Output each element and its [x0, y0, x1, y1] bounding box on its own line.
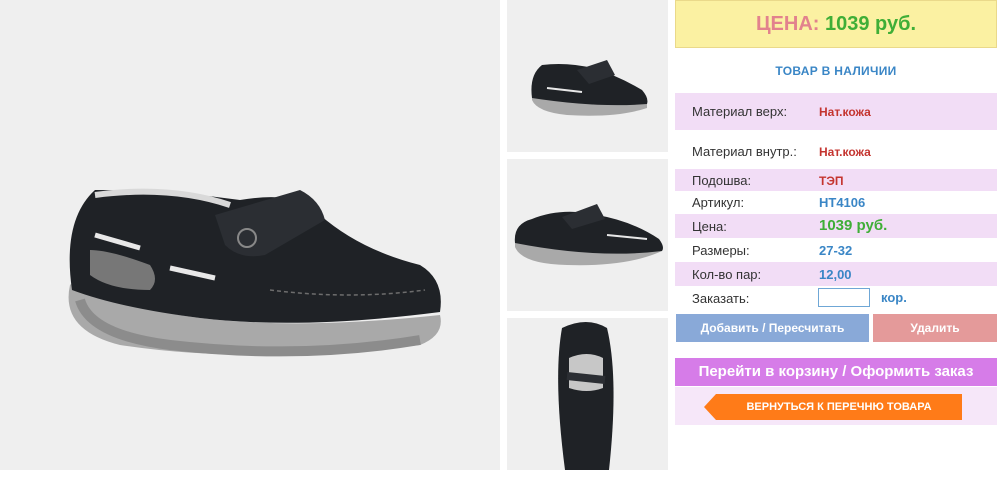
spec-value: НТ4106: [819, 195, 866, 210]
quantity-input[interactable]: [818, 288, 870, 307]
spec-label: Цена:: [692, 219, 727, 234]
spec-label: Артикул:: [692, 195, 745, 210]
spec-row-pairs: Кол-во пар: 12,00: [675, 262, 997, 286]
thumbnail-top[interactable]: [507, 318, 668, 470]
back-button-area: ВЕРНУТЬСЯ К ПЕРЕЧНЮ ТОВАРА: [675, 387, 997, 425]
stock-status: ТОВАР В НАЛИЧИИ: [775, 64, 897, 78]
price-box: ЦЕНА: 1039 руб.: [675, 0, 997, 48]
back-to-list-label: ВЕРНУТЬСЯ К ПЕРЕЧНЮ ТОВАРА: [746, 401, 932, 413]
price-label: ЦЕНА:: [755, 13, 820, 35]
order-label: Заказать:: [692, 291, 750, 306]
spec-value: ТЭП: [819, 174, 844, 188]
delete-button[interactable]: Удалить: [873, 314, 997, 342]
shoe-side-thumbnail-image: [531, 60, 648, 116]
main-product-photo: [0, 0, 500, 470]
spec-value: 1039 руб.: [819, 217, 888, 234]
add-recalculate-button[interactable]: Добавить / Пересчитать: [676, 314, 869, 342]
spec-value: 12,00: [819, 267, 852, 282]
spec-label: Материал внутр.:: [692, 144, 797, 159]
go-to-cart-button[interactable]: Перейти в корзину / Оформить заказ: [675, 358, 997, 386]
price-value: 1039 руб.: [825, 13, 917, 35]
spec-value: Нат.кожа: [819, 105, 871, 119]
thumbnail-side[interactable]: [507, 0, 668, 152]
spec-row-material-upper: Материал верх: Нат.кожа: [675, 93, 997, 130]
spec-row-sizes: Размеры: 27-32: [675, 238, 997, 262]
quantity-unit: кор.: [881, 290, 907, 305]
spec-label: Кол-во пар:: [692, 267, 762, 282]
spec-row-price: Цена: 1039 руб.: [675, 214, 997, 238]
back-to-list-button[interactable]: ВЕРНУТЬСЯ К ПЕРЕЧНЮ ТОВАРА: [704, 394, 962, 420]
thumbnail-angle[interactable]: [507, 159, 668, 311]
spec-row-article: Артикул: НТ4106: [675, 191, 997, 213]
shoe-main-image: [68, 188, 441, 357]
shoe-top-thumbnail-image: [558, 322, 614, 470]
spec-value: 27-32: [819, 243, 853, 258]
spec-label: Размеры:: [692, 243, 750, 258]
arrow-left-icon: [704, 394, 716, 420]
spec-row-sole: Подошва: ТЭП: [675, 169, 997, 191]
spec-label: Подошва:: [692, 173, 752, 188]
shoe-angle-thumbnail-image: [514, 204, 663, 266]
spec-value: Нат.кожа: [819, 145, 871, 159]
spec-row-material-inner: Материал внутр.: Нат.кожа: [675, 137, 997, 167]
spec-label: Материал верх:: [692, 104, 788, 119]
